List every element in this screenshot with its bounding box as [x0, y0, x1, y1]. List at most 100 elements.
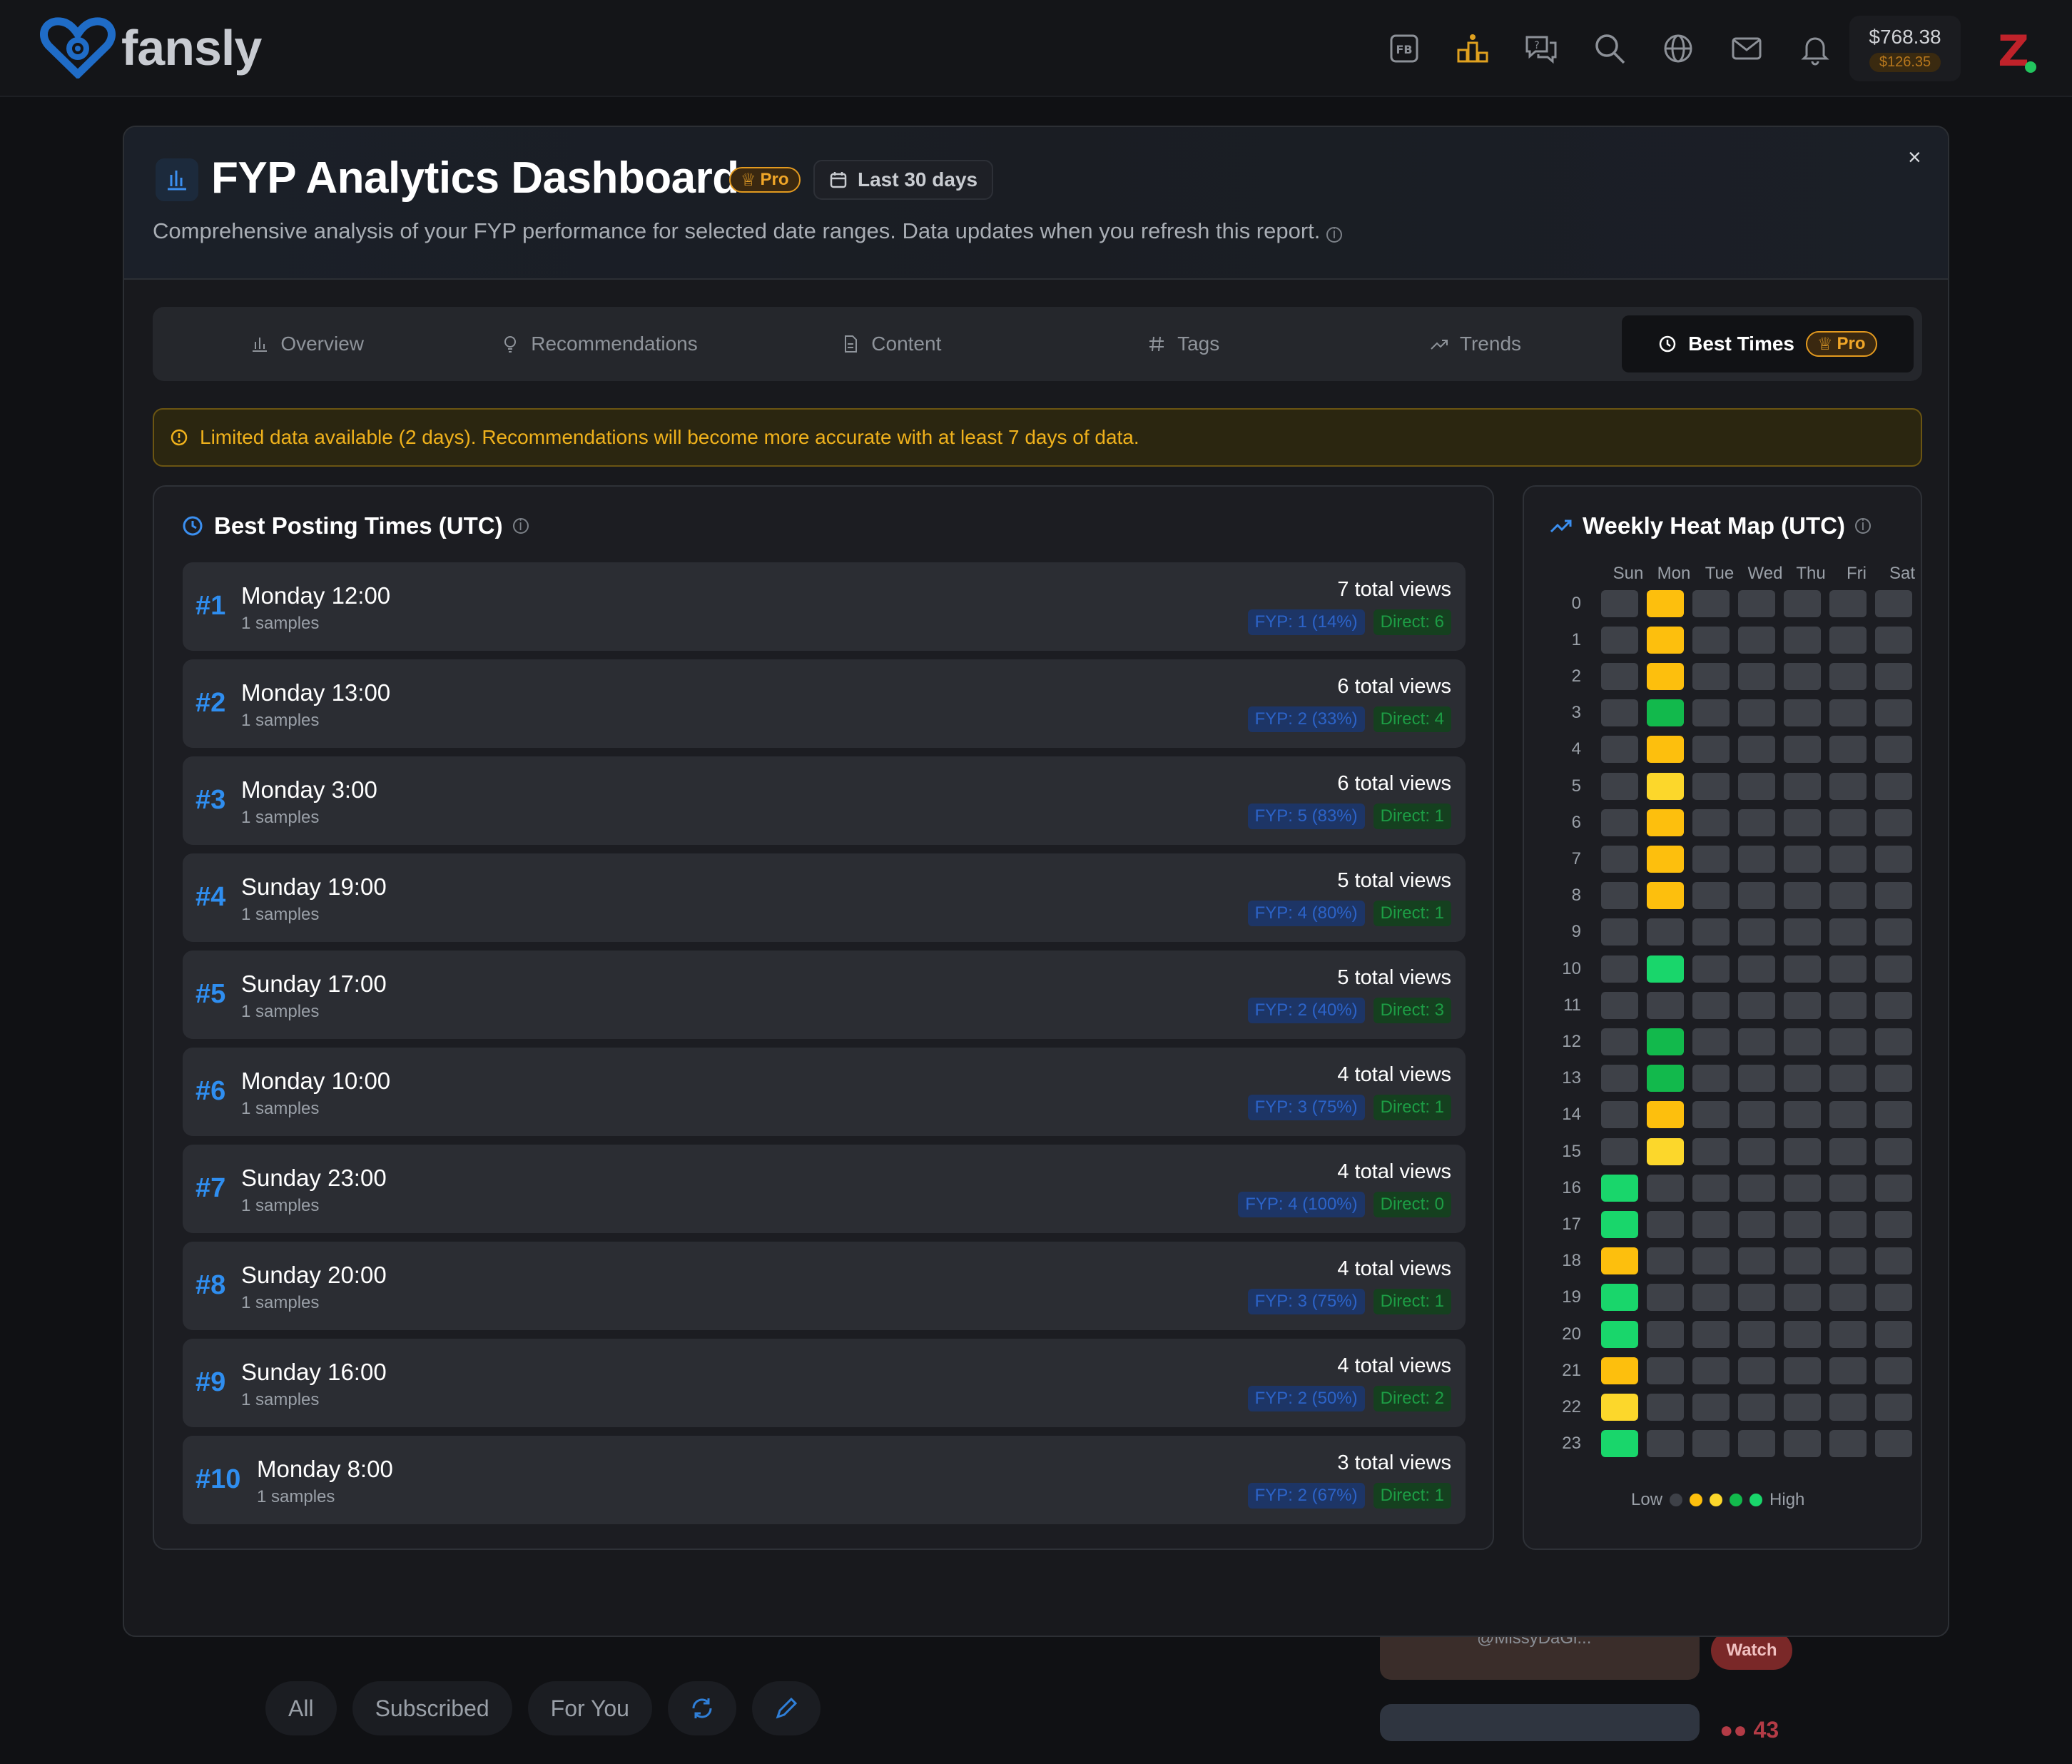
- heat-map-cell[interactable]: [1784, 589, 1821, 617]
- heat-map-cell[interactable]: [1784, 1028, 1821, 1055]
- heat-map-cell[interactable]: [1647, 1065, 1684, 1093]
- heat-map-cell[interactable]: [1875, 626, 1912, 654]
- heat-map-cell[interactable]: [1647, 1357, 1684, 1384]
- heat-map-cell[interactable]: [1692, 991, 1730, 1019]
- heat-map-cell[interactable]: [1738, 1101, 1775, 1129]
- best-time-row[interactable]: #5 Sunday 17:00 1 samples 5 total views FYP:…: [183, 951, 1466, 1039]
- heat-map-cell[interactable]: [1738, 736, 1775, 764]
- heat-map-cell[interactable]: [1784, 1210, 1821, 1238]
- tab-tags[interactable]: Tags: [1037, 315, 1329, 372]
- heat-map-cell[interactable]: [1829, 1393, 1867, 1421]
- heat-map-cell[interactable]: [1601, 1028, 1638, 1055]
- best-time-row[interactable]: #10 Monday 8:00 1 samples 3 total views FYP:…: [183, 1436, 1466, 1524]
- heat-map-cell[interactable]: [1738, 1284, 1775, 1312]
- heat-map-cell[interactable]: [1829, 1320, 1867, 1348]
- heat-map-cell[interactable]: [1738, 808, 1775, 836]
- heat-map-cell[interactable]: [1601, 1357, 1638, 1384]
- heat-map-cell[interactable]: [1875, 1137, 1912, 1165]
- heat-map-cell[interactable]: [1738, 1028, 1775, 1055]
- tab-best-times[interactable]: Best Times ♕ Pro: [1621, 315, 1914, 372]
- heat-map-cell[interactable]: [1647, 1284, 1684, 1312]
- heat-map-cell[interactable]: [1647, 1320, 1684, 1348]
- heat-map-cell[interactable]: [1601, 1247, 1638, 1275]
- heat-map-cell[interactable]: [1738, 662, 1775, 690]
- watch-button[interactable]: Watch: [1711, 1631, 1792, 1670]
- heat-map-cell[interactable]: [1829, 918, 1867, 946]
- heat-map-cell[interactable]: [1875, 1320, 1912, 1348]
- mail-icon[interactable]: [1712, 26, 1781, 71]
- heat-map-cell[interactable]: [1784, 1247, 1821, 1275]
- heat-map-cell[interactable]: [1875, 772, 1912, 800]
- heat-map-cell[interactable]: [1692, 1430, 1730, 1458]
- heat-map-cell[interactable]: [1647, 1137, 1684, 1165]
- heat-map-cell[interactable]: [1601, 1174, 1638, 1202]
- heat-map-cell[interactable]: [1738, 1357, 1775, 1384]
- heat-map-cell[interactable]: [1601, 772, 1638, 800]
- info-icon[interactable]: i: [1326, 226, 1343, 243]
- heat-map-cell[interactable]: [1784, 1430, 1821, 1458]
- filter-for-you[interactable]: For You: [527, 1681, 652, 1735]
- heat-map-cell[interactable]: [1601, 736, 1638, 764]
- heat-map-cell[interactable]: [1692, 808, 1730, 836]
- heat-map-cell[interactable]: [1738, 772, 1775, 800]
- heat-map-cell[interactable]: [1647, 1028, 1684, 1055]
- heat-map-cell[interactable]: [1875, 589, 1912, 617]
- heat-map-cell[interactable]: [1738, 1210, 1775, 1238]
- heat-map-cell[interactable]: [1647, 1174, 1684, 1202]
- heat-map-cell[interactable]: [1829, 1028, 1867, 1055]
- heat-map-cell[interactable]: [1784, 1284, 1821, 1312]
- heat-map-cell[interactable]: [1829, 808, 1867, 836]
- heat-map-cell[interactable]: [1692, 1101, 1730, 1129]
- help-chat-icon[interactable]: ?: [1507, 26, 1575, 71]
- heat-map-cell[interactable]: [1829, 1174, 1867, 1202]
- fansly-logo[interactable]: fansly: [40, 17, 262, 78]
- heat-map-cell[interactable]: [1601, 1284, 1638, 1312]
- heat-map-cell[interactable]: [1601, 1430, 1638, 1458]
- best-time-row[interactable]: #3 Monday 3:00 1 samples 6 total views FYP: …: [183, 756, 1466, 845]
- heat-map-cell[interactable]: [1692, 1320, 1730, 1348]
- heat-map-cell[interactable]: [1647, 589, 1684, 617]
- heat-map-cell[interactable]: [1647, 1101, 1684, 1129]
- heat-map-cell[interactable]: [1829, 1357, 1867, 1384]
- heat-map-cell[interactable]: [1738, 1247, 1775, 1275]
- avatar[interactable]: Z: [1991, 26, 2042, 76]
- heat-map-cell[interactable]: [1738, 955, 1775, 983]
- heat-map-cell[interactable]: [1784, 955, 1821, 983]
- live-stream-card[interactable]: [1380, 1704, 1700, 1741]
- leaderboard-icon[interactable]: [1438, 26, 1507, 71]
- tab-content[interactable]: Content: [746, 315, 1037, 372]
- heat-map-cell[interactable]: [1601, 1101, 1638, 1129]
- heat-map-cell[interactable]: [1829, 589, 1867, 617]
- heat-map-cell[interactable]: [1692, 772, 1730, 800]
- heat-map-cell[interactable]: [1875, 955, 1912, 983]
- heat-map-cell[interactable]: [1692, 955, 1730, 983]
- heat-map-cell[interactable]: [1784, 1137, 1821, 1165]
- heat-map-cell[interactable]: [1875, 1430, 1912, 1458]
- heat-map-cell[interactable]: [1784, 736, 1821, 764]
- refresh-button[interactable]: [667, 1681, 736, 1735]
- tab-trends[interactable]: Trends: [1329, 315, 1621, 372]
- tab-overview[interactable]: Overview: [161, 315, 453, 372]
- tab-recommendations[interactable]: Recommendations: [453, 315, 745, 372]
- heat-map-cell[interactable]: [1829, 955, 1867, 983]
- heat-map-cell[interactable]: [1601, 1065, 1638, 1093]
- info-icon[interactable]: i: [512, 518, 529, 534]
- heat-map-cell[interactable]: [1875, 1101, 1912, 1129]
- heat-map-cell[interactable]: [1784, 882, 1821, 910]
- heat-map-cell[interactable]: [1692, 918, 1730, 946]
- heat-map-cell[interactable]: [1829, 991, 1867, 1019]
- heat-map-cell[interactable]: [1738, 1430, 1775, 1458]
- heat-map-cell[interactable]: [1738, 918, 1775, 946]
- wallet-balance[interactable]: $768.38 $126.35: [1849, 16, 1961, 81]
- heat-map-cell[interactable]: [1875, 699, 1912, 727]
- heat-map-cell[interactable]: [1647, 991, 1684, 1019]
- heat-map-cell[interactable]: [1601, 918, 1638, 946]
- heat-map-cell[interactable]: [1829, 1430, 1867, 1458]
- heat-map-cell[interactable]: [1601, 1210, 1638, 1238]
- heat-map-cell[interactable]: [1738, 1393, 1775, 1421]
- heat-map-cell[interactable]: [1692, 882, 1730, 910]
- heat-map-cell[interactable]: [1875, 1357, 1912, 1384]
- heat-map-cell[interactable]: [1647, 918, 1684, 946]
- heat-map-cell[interactable]: [1829, 1065, 1867, 1093]
- heat-map-cell[interactable]: [1875, 1065, 1912, 1093]
